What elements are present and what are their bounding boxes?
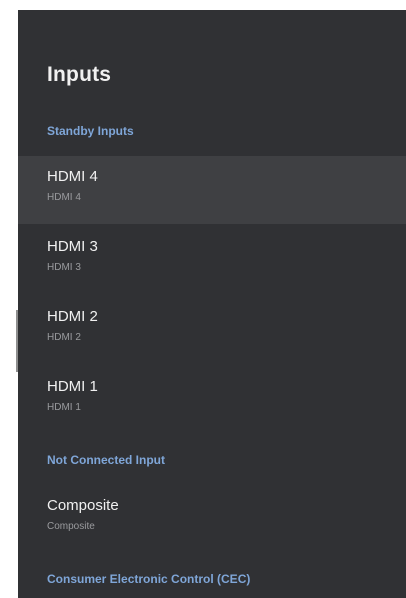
input-subtitle: HDMI 1 xyxy=(47,402,81,413)
section-header-standby-inputs: Standby Inputs xyxy=(47,124,134,138)
input-subtitle: HDMI 2 xyxy=(47,332,81,343)
input-title: HDMI 3 xyxy=(47,238,98,255)
input-row-hdmi-1[interactable]: HDMI 1 HDMI 1 xyxy=(18,366,406,434)
input-row-hdmi-3[interactable]: HDMI 3 HDMI 3 xyxy=(18,226,406,294)
input-title: HDMI 2 xyxy=(47,308,98,325)
screen: Inputs Standby Inputs HDMI 4 HDMI 4 HDMI… xyxy=(0,0,406,598)
section-header-cec: Consumer Electronic Control (CEC) xyxy=(47,572,251,586)
input-title: Composite xyxy=(47,497,119,514)
input-row-composite[interactable]: Composite Composite xyxy=(18,485,406,553)
inputs-panel: Inputs Standby Inputs HDMI 4 HDMI 4 HDMI… xyxy=(18,10,406,598)
page-title: Inputs xyxy=(47,63,112,86)
input-row-hdmi-4[interactable]: HDMI 4 HDMI 4 xyxy=(18,156,406,224)
input-subtitle: HDMI 3 xyxy=(47,262,81,273)
input-subtitle: Composite xyxy=(47,521,95,532)
input-title: HDMI 1 xyxy=(47,378,98,395)
section-header-not-connected-input: Not Connected Input xyxy=(47,453,165,467)
input-row-hdmi-2[interactable]: HDMI 2 HDMI 2 xyxy=(18,296,406,364)
input-subtitle: HDMI 4 xyxy=(47,192,81,203)
input-title: HDMI 4 xyxy=(47,168,98,185)
